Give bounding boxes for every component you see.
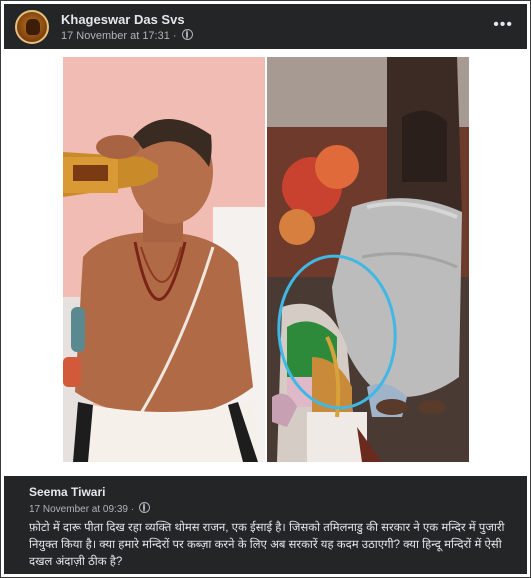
- photo-left-panel: [63, 57, 265, 462]
- globe-icon: [138, 502, 150, 513]
- post-frame: Khageswar Das Svs 17 November at 17:31 ·…: [0, 0, 531, 578]
- photo-right-panel: [267, 57, 469, 462]
- avatar[interactable]: [15, 10, 49, 44]
- post-timestamp-text[interactable]: 17 November at 17:31 ·: [61, 30, 177, 42]
- comment-box: Seema Tiwari 17 November at 09:39 · फ़ोट…: [4, 476, 527, 574]
- post-timestamp[interactable]: 17 November at 17:31 ·: [61, 29, 193, 42]
- post-header: Khageswar Das Svs 17 November at 17:31 ·…: [4, 4, 527, 49]
- more-horizontal-icon[interactable]: •••: [493, 16, 513, 34]
- comment-text: फ़ोटो में दारू पीता दिख रहा व्यक्ति थोमस…: [29, 522, 505, 568]
- globe-icon: [181, 29, 193, 40]
- comment-timestamp[interactable]: 17 November at 09:39 ·: [29, 502, 150, 515]
- post-photo[interactable]: [4, 49, 527, 471]
- photo-left-drawing: [63, 57, 265, 462]
- comment-author-name[interactable]: Seema Tiwari: [29, 485, 106, 499]
- comment-timestamp-text[interactable]: 17 November at 09:39 ·: [29, 504, 134, 515]
- photo-right-drawing: [267, 57, 469, 462]
- post-author-name[interactable]: Khageswar Das Svs: [61, 12, 185, 27]
